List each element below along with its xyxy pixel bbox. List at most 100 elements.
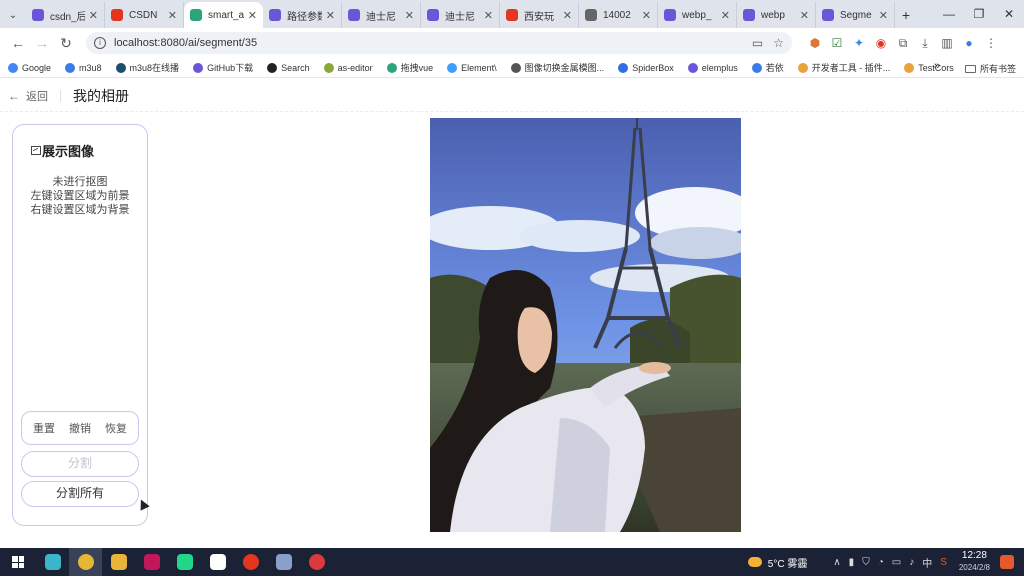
- tab-close-icon[interactable]: ✕: [721, 9, 730, 22]
- split-all-button[interactable]: 分割所有: [21, 481, 139, 507]
- sidepanel-icon[interactable]: ▥: [936, 36, 958, 50]
- minimize-icon[interactable]: —: [934, 7, 964, 21]
- segment-target-image[interactable]: [430, 118, 741, 532]
- bookmark-item[interactable]: 若依: [751, 61, 784, 74]
- split-button[interactable]: 分割: [21, 451, 139, 477]
- tab-favicon-icon: [111, 9, 123, 21]
- taskbar-pycharm-icon[interactable]: [168, 548, 201, 576]
- browser-tab[interactable]: 路径参数 ✕: [263, 2, 342, 28]
- url-text[interactable]: localhost:8080/ai/segment/35: [114, 37, 742, 49]
- ime-mode-icon[interactable]: S: [940, 557, 947, 568]
- bookmark-star-icon[interactable]: ☆: [773, 36, 784, 50]
- bookmark-favicon-icon: [267, 62, 278, 73]
- taskbar-clock[interactable]: 12:28 2024/2/8: [959, 550, 990, 574]
- browser-tab[interactable]: CSDN ✕: [105, 2, 184, 28]
- browser-tab[interactable]: webp_ ✕: [658, 2, 737, 28]
- ime-indicator[interactable]: 中: [922, 555, 932, 570]
- notification-icon[interactable]: [1000, 555, 1014, 569]
- site-info-icon[interactable]: i: [94, 37, 106, 49]
- bookmarks-overflow-button[interactable]: »: [934, 60, 940, 72]
- tab-search-icon[interactable]: ⌄: [0, 2, 26, 28]
- extensions-icon[interactable]: ⧉: [892, 36, 914, 51]
- tab-favicon-icon: [269, 9, 281, 21]
- chrome-icon[interactable]: ◉: [870, 36, 892, 50]
- wifi-icon[interactable]: ◔: [878, 557, 884, 568]
- bookmark-item[interactable]: 拖拽vue: [386, 61, 433, 74]
- extension-shield-icon[interactable]: ⬢: [804, 36, 826, 50]
- maximize-icon[interactable]: ❐: [964, 7, 994, 21]
- redo-button[interactable]: 恢复: [105, 420, 127, 436]
- tab-close-icon[interactable]: ✕: [405, 9, 414, 22]
- browser-tab[interactable]: 14002 ✕: [579, 2, 658, 28]
- security-shield-icon[interactable]: ⛉: [862, 557, 870, 568]
- bookmark-item[interactable]: 开发者工具 - 插件...: [797, 61, 890, 74]
- tab-close-icon[interactable]: ✕: [168, 9, 177, 22]
- volume-icon[interactable]: ♪: [909, 557, 914, 568]
- browser-toolbar: ← → ↻ i localhost:8080/ai/segment/35 ▭ ☆…: [0, 28, 1024, 58]
- weather-widget[interactable]: 5°C 雾霾: [747, 555, 807, 570]
- reset-button[interactable]: 重置: [33, 420, 55, 436]
- bookmark-item[interactable]: elemplus: [687, 62, 738, 73]
- tab-close-icon[interactable]: ✕: [642, 9, 651, 22]
- new-tab-button[interactable]: +: [895, 2, 917, 28]
- tab-close-icon[interactable]: ✕: [89, 9, 98, 22]
- taskbar-app2-icon[interactable]: [267, 548, 300, 576]
- taskbar-jetbrains-icon[interactable]: [135, 548, 168, 576]
- tab-close-icon[interactable]: ✕: [326, 9, 335, 22]
- tab-close-icon[interactable]: ✕: [879, 9, 888, 22]
- tab-close-icon[interactable]: ✕: [484, 9, 493, 22]
- extension-puzzle-blue-icon[interactable]: ✦: [848, 36, 870, 50]
- tab-close-icon[interactable]: ✕: [563, 9, 572, 22]
- back-arrow-icon[interactable]: ←: [6, 35, 30, 51]
- tab-close-icon[interactable]: ✕: [248, 9, 257, 22]
- taskbar-app-icon[interactable]: [36, 548, 69, 576]
- browser-tab[interactable]: 迪士尼 ✕: [421, 2, 500, 28]
- battery-icon[interactable]: ▭: [892, 557, 901, 568]
- reload-icon[interactable]: ↻: [54, 35, 78, 52]
- taskbar-typora-icon[interactable]: [201, 548, 234, 576]
- tab-close-icon[interactable]: ✕: [800, 9, 809, 22]
- bookmark-label: Element\: [461, 62, 497, 73]
- menu-kebab-icon[interactable]: ⋮: [980, 36, 1002, 50]
- profile-avatar-icon[interactable]: ●: [958, 36, 980, 50]
- microphone-icon[interactable]: ▮: [849, 557, 855, 568]
- bookmark-item[interactable]: Search: [267, 62, 310, 73]
- bookmark-item[interactable]: m3u8: [65, 62, 102, 73]
- extension-check-icon[interactable]: ☑: [826, 36, 848, 50]
- bookmark-item[interactable]: m3u8在线播: [115, 61, 179, 74]
- back-button[interactable]: ← 返回: [8, 88, 48, 104]
- browser-tab[interactable]: 西安玩 ✕: [500, 2, 579, 28]
- taskbar-explorer-icon[interactable]: [102, 548, 135, 576]
- browser-tab[interactable]: smart_a ✕: [184, 2, 263, 28]
- segment-hint: 未进行抠图 左键设置区域为前景 右键设置区域为背景: [13, 175, 147, 217]
- browser-tab[interactable]: 迪士尼 ✕: [342, 2, 421, 28]
- download-icon[interactable]: ⤓: [914, 36, 936, 51]
- undo-button[interactable]: 撤销: [69, 420, 91, 436]
- browser-tab[interactable]: webp ✕: [737, 2, 816, 28]
- tray-chevron-icon[interactable]: ∧: [833, 557, 840, 568]
- tab-favicon-icon: [585, 9, 597, 21]
- bookmark-item[interactable]: Google: [8, 62, 51, 73]
- bookmark-item[interactable]: SpiderBox: [618, 62, 674, 73]
- page-title: 我的相册: [73, 87, 129, 104]
- forward-arrow-icon[interactable]: →: [30, 35, 54, 51]
- taskbar-chrome-icon[interactable]: [69, 548, 102, 576]
- bookmark-item[interactable]: TestCors: [904, 62, 954, 73]
- bookmark-item[interactable]: as-editor: [323, 62, 373, 73]
- weather-icon: [747, 557, 762, 567]
- start-button[interactable]: [0, 548, 36, 576]
- browser-tab[interactable]: csdn_后 ✕: [26, 2, 105, 28]
- taskbar-app3-icon[interactable]: [300, 548, 333, 576]
- cast-icon[interactable]: ▭: [752, 36, 763, 50]
- bookmark-item[interactable]: 图像切换金属模图...: [510, 61, 604, 74]
- bookmark-item[interactable]: GitHub下载: [193, 61, 253, 74]
- os-taskbar: 5°C 雾霾 ∧ ▮ ⛉ ◔ ▭ ♪ 中 S 12:28 2024/2/8: [0, 548, 1024, 576]
- tab-title: 迪士尼: [366, 11, 396, 23]
- bookmarks-bar: Google m3u8 m3u8在线播 GitHub下载 Search as-editor…: [0, 58, 1024, 78]
- taskbar-chrome2-icon[interactable]: [234, 548, 267, 576]
- address-bar[interactable]: i localhost:8080/ai/segment/35 ▭ ☆: [86, 32, 792, 54]
- close-window-icon[interactable]: ✕: [994, 7, 1024, 21]
- all-bookmarks-folder[interactable]: 所有书签: [964, 62, 1016, 75]
- browser-tab[interactable]: Segme ✕: [816, 2, 895, 28]
- bookmark-item[interactable]: Element\: [447, 62, 497, 73]
